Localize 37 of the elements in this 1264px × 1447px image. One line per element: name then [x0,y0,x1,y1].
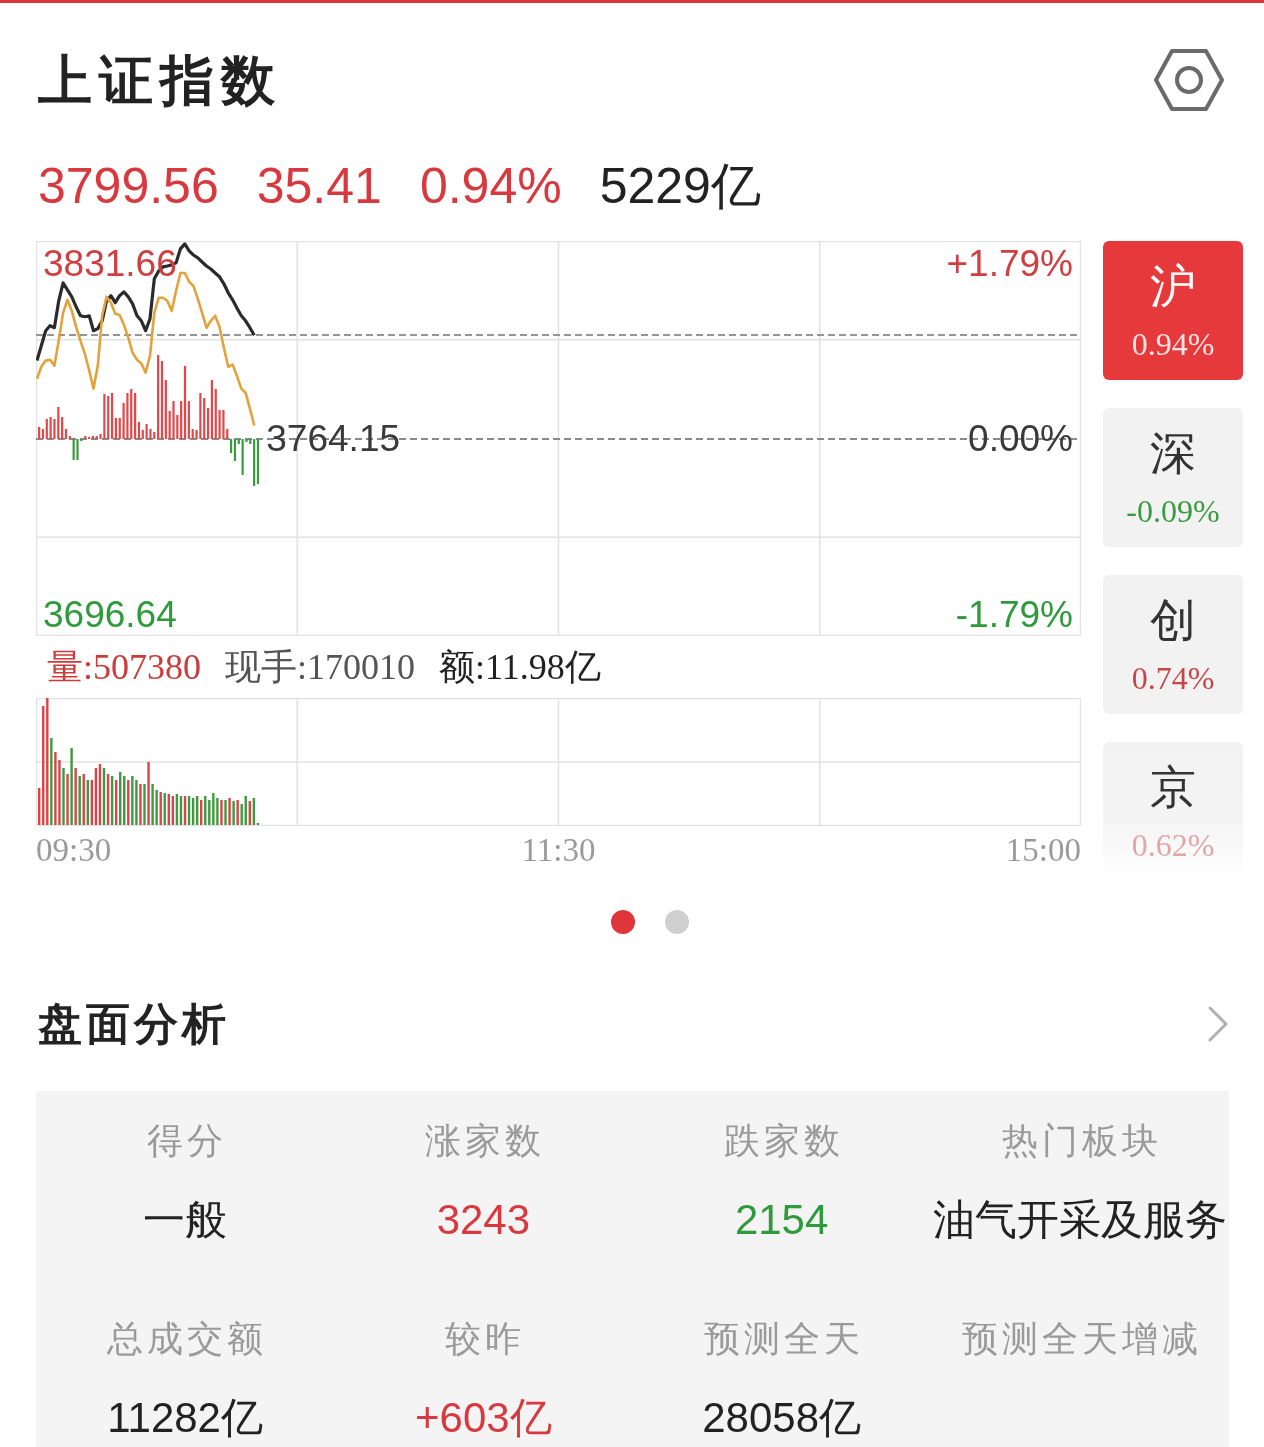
stat-label: 预测全天增减 [960,1317,1202,1361]
amount-reading: 额:11.98亿 [439,646,601,689]
market-tab[interactable]: 沪 0.94% [1103,241,1243,380]
stat-label: 较昨 [444,1317,526,1361]
stat-value: 3243 [436,1195,531,1245]
turnover-amount: 5229亿 [599,157,761,216]
stat-value: 28058亿 [702,1393,861,1443]
price-label: 3831.66 [43,244,177,284]
section-title: 盘面分析 [37,998,230,1050]
price-change: 35.41 [256,157,382,216]
stat-label: 得分 [146,1119,228,1163]
stat-label: 热门板块 [1000,1119,1162,1163]
stat-label: 预测全天 [702,1317,864,1361]
stat-value: 11282亿 [107,1393,263,1443]
stat-label: 跌家数 [722,1119,844,1163]
stat-label: 总成交额 [106,1317,268,1361]
settings-icon[interactable] [1153,48,1225,112]
market-tab[interactable]: 深 -0.09% [1103,408,1243,547]
page-dot[interactable] [664,910,689,934]
percent-label: +1.79% [946,244,1073,284]
page-title: 上证指数 [37,49,282,112]
stat-value: 2154 [734,1195,829,1245]
stat-value: 油气开采及服务 [932,1195,1227,1245]
price-label: 3696.64 [43,595,177,635]
change-percent: 0.94% [419,157,562,216]
time-label: 09:30 [36,831,112,870]
time-label: 15:00 [1005,831,1081,870]
market-tab[interactable]: 创 0.74% [1103,575,1243,714]
percent-label: -1.79% [955,595,1073,635]
last-price: 3799.56 [38,157,219,216]
time-label: 11:30 [521,831,596,870]
stat-value: 一般 [143,1195,228,1245]
page-dot[interactable] [610,910,635,934]
stat-label: 涨家数 [424,1119,546,1163]
stat-value: +603亿 [415,1393,552,1443]
volume-reading: 量:507380 [47,646,201,689]
last-trade-reading: 现手:170010 [225,646,416,689]
